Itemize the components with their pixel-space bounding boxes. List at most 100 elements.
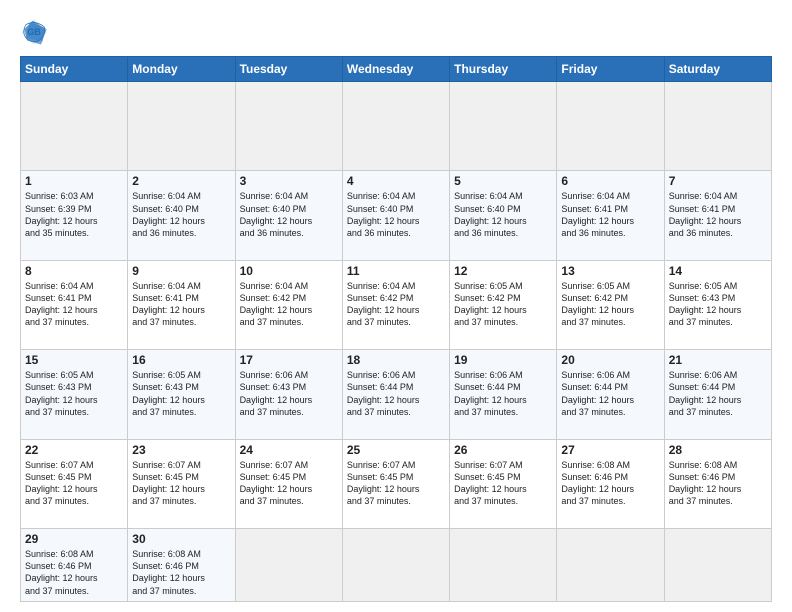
daylight-text-1: Daylight: 12 hours (561, 215, 659, 227)
sunset-text: Sunset: 6:44 PM (561, 381, 659, 393)
calendar-cell (557, 82, 664, 171)
daylight-text-1: Daylight: 12 hours (561, 304, 659, 316)
sunrise-text: Sunrise: 6:07 AM (132, 459, 230, 471)
calendar-cell: 18 Sunrise: 6:06 AMSunset: 6:44 PMDayligh… (342, 350, 449, 439)
calendar-cell: 8 Sunrise: 6:04 AMSunset: 6:41 PMDaylight… (21, 260, 128, 349)
day-number: 1 (25, 174, 123, 188)
calendar-cell: 6Sunrise: 6:04 AMSunset: 6:41 PMDaylight… (557, 171, 664, 260)
sunrise-text: Sunrise: 6:08 AM (669, 459, 767, 471)
sunrise-text: Sunrise: 6:04 AM (454, 190, 552, 202)
sunset-text: Sunset: 6:42 PM (240, 292, 338, 304)
day-info: Sunrise: 6:04 AMSunset: 6:41 PMDaylight:… (25, 280, 123, 329)
day-number: 10 (240, 264, 338, 278)
daylight-text-2: and 36 minutes. (669, 227, 767, 239)
daylight-text-1: Daylight: 12 hours (454, 483, 552, 495)
calendar-cell: 23Sunrise: 6:07 AMSunset: 6:45 PMDayligh… (128, 439, 235, 528)
daylight-text-2: and 37 minutes. (669, 495, 767, 507)
calendar: Sunday Monday Tuesday Wednesday Thursday… (20, 56, 772, 602)
sunrise-text: Sunrise: 6:04 AM (132, 190, 230, 202)
calendar-cell: 28Sunrise: 6:08 AMSunset: 6:46 PMDayligh… (664, 439, 771, 528)
daylight-text-1: Daylight: 12 hours (561, 394, 659, 406)
day-number: 29 (25, 532, 123, 546)
daylight-text-2: and 37 minutes. (347, 495, 445, 507)
daylight-text-2: and 37 minutes. (25, 316, 123, 328)
sunset-text: Sunset: 6:44 PM (454, 381, 552, 393)
calendar-week-0 (21, 82, 772, 171)
daylight-text-1: Daylight: 12 hours (25, 483, 123, 495)
day-number: 3 (240, 174, 338, 188)
daylight-text-1: Daylight: 12 hours (240, 215, 338, 227)
calendar-cell: 16Sunrise: 6:05 AMSunset: 6:43 PMDayligh… (128, 350, 235, 439)
sunrise-text: Sunrise: 6:04 AM (347, 280, 445, 292)
daylight-text-2: and 37 minutes. (561, 495, 659, 507)
calendar-cell: 24Sunrise: 6:07 AMSunset: 6:45 PMDayligh… (235, 439, 342, 528)
daylight-text-1: Daylight: 12 hours (561, 483, 659, 495)
day-number: 16 (132, 353, 230, 367)
calendar-cell: 30Sunrise: 6:08 AMSunset: 6:46 PMDayligh… (128, 529, 235, 602)
sunrise-text: Sunrise: 6:04 AM (240, 190, 338, 202)
calendar-cell (450, 82, 557, 171)
daylight-text-1: Daylight: 12 hours (669, 483, 767, 495)
calendar-week-4: 22Sunrise: 6:07 AMSunset: 6:45 PMDayligh… (21, 439, 772, 528)
day-info: Sunrise: 6:04 AMSunset: 6:42 PMDaylight:… (347, 280, 445, 329)
calendar-cell: 13Sunrise: 6:05 AMSunset: 6:42 PMDayligh… (557, 260, 664, 349)
day-number: 2 (132, 174, 230, 188)
day-info: Sunrise: 6:07 AMSunset: 6:45 PMDaylight:… (240, 459, 338, 508)
sunset-text: Sunset: 6:40 PM (454, 203, 552, 215)
daylight-text-1: Daylight: 12 hours (454, 215, 552, 227)
daylight-text-1: Daylight: 12 hours (240, 394, 338, 406)
day-info: Sunrise: 6:06 AMSunset: 6:44 PMDaylight:… (347, 369, 445, 418)
daylight-text-1: Daylight: 12 hours (669, 394, 767, 406)
sunset-text: Sunset: 6:43 PM (25, 381, 123, 393)
calendar-cell (342, 82, 449, 171)
daylight-text-1: Daylight: 12 hours (25, 572, 123, 584)
sunrise-text: Sunrise: 6:05 AM (454, 280, 552, 292)
logo: GB (20, 18, 52, 46)
daylight-text-1: Daylight: 12 hours (25, 304, 123, 316)
day-info: Sunrise: 6:04 AMSunset: 6:40 PMDaylight:… (454, 190, 552, 239)
day-info: Sunrise: 6:08 AMSunset: 6:46 PMDaylight:… (669, 459, 767, 508)
calendar-cell: 19Sunrise: 6:06 AMSunset: 6:44 PMDayligh… (450, 350, 557, 439)
day-info: Sunrise: 6:08 AMSunset: 6:46 PMDaylight:… (132, 548, 230, 597)
sunset-text: Sunset: 6:41 PM (25, 292, 123, 304)
sunset-text: Sunset: 6:42 PM (347, 292, 445, 304)
calendar-cell: 21Sunrise: 6:06 AMSunset: 6:44 PMDayligh… (664, 350, 771, 439)
calendar-cell: 12 Sunrise: 6:05 AMSunset: 6:42 PMDayligh… (450, 260, 557, 349)
day-info: Sunrise: 6:07 AMSunset: 6:45 PMDaylight:… (25, 459, 123, 508)
sunset-text: Sunset: 6:44 PM (347, 381, 445, 393)
calendar-cell (235, 82, 342, 171)
col-saturday: Saturday (664, 57, 771, 82)
sunset-text: Sunset: 6:46 PM (561, 471, 659, 483)
day-info: Sunrise: 6:05 AMSunset: 6:42 PMDaylight:… (454, 280, 552, 329)
daylight-text-2: and 37 minutes. (561, 406, 659, 418)
sunrise-text: Sunrise: 6:07 AM (240, 459, 338, 471)
day-info: Sunrise: 6:03 AMSunset: 6:39 PMDaylight:… (25, 190, 123, 239)
day-number: 14 (669, 264, 767, 278)
sunset-text: Sunset: 6:46 PM (132, 560, 230, 572)
calendar-cell: 22 Sunrise: 6:07 AMSunset: 6:45 PMDayligh… (21, 439, 128, 528)
day-number: 18 (347, 353, 445, 367)
daylight-text-1: Daylight: 12 hours (132, 394, 230, 406)
sunrise-text: Sunrise: 6:07 AM (347, 459, 445, 471)
daylight-text-1: Daylight: 12 hours (669, 215, 767, 227)
day-info: Sunrise: 6:08 AMSunset: 6:46 PMDaylight:… (25, 548, 123, 597)
sunrise-text: Sunrise: 6:04 AM (669, 190, 767, 202)
sunrise-text: Sunrise: 6:08 AM (25, 548, 123, 560)
col-tuesday: Tuesday (235, 57, 342, 82)
calendar-cell: 20Sunrise: 6:06 AMSunset: 6:44 PMDayligh… (557, 350, 664, 439)
day-number: 8 (25, 264, 123, 278)
day-info: Sunrise: 6:04 AMSunset: 6:40 PMDaylight:… (240, 190, 338, 239)
day-number: 12 (454, 264, 552, 278)
sunset-text: Sunset: 6:45 PM (25, 471, 123, 483)
sunrise-text: Sunrise: 6:06 AM (347, 369, 445, 381)
day-info: Sunrise: 6:07 AMSunset: 6:45 PMDaylight:… (132, 459, 230, 508)
day-number: 22 (25, 443, 123, 457)
col-wednesday: Wednesday (342, 57, 449, 82)
daylight-text-2: and 37 minutes. (132, 316, 230, 328)
sunrise-text: Sunrise: 6:04 AM (240, 280, 338, 292)
sunset-text: Sunset: 6:45 PM (454, 471, 552, 483)
sunrise-text: Sunrise: 6:07 AM (454, 459, 552, 471)
page: GB Sunday Monday Tuesday Wednesday Thurs… (0, 0, 792, 612)
daylight-text-2: and 37 minutes. (240, 406, 338, 418)
sunset-text: Sunset: 6:46 PM (25, 560, 123, 572)
